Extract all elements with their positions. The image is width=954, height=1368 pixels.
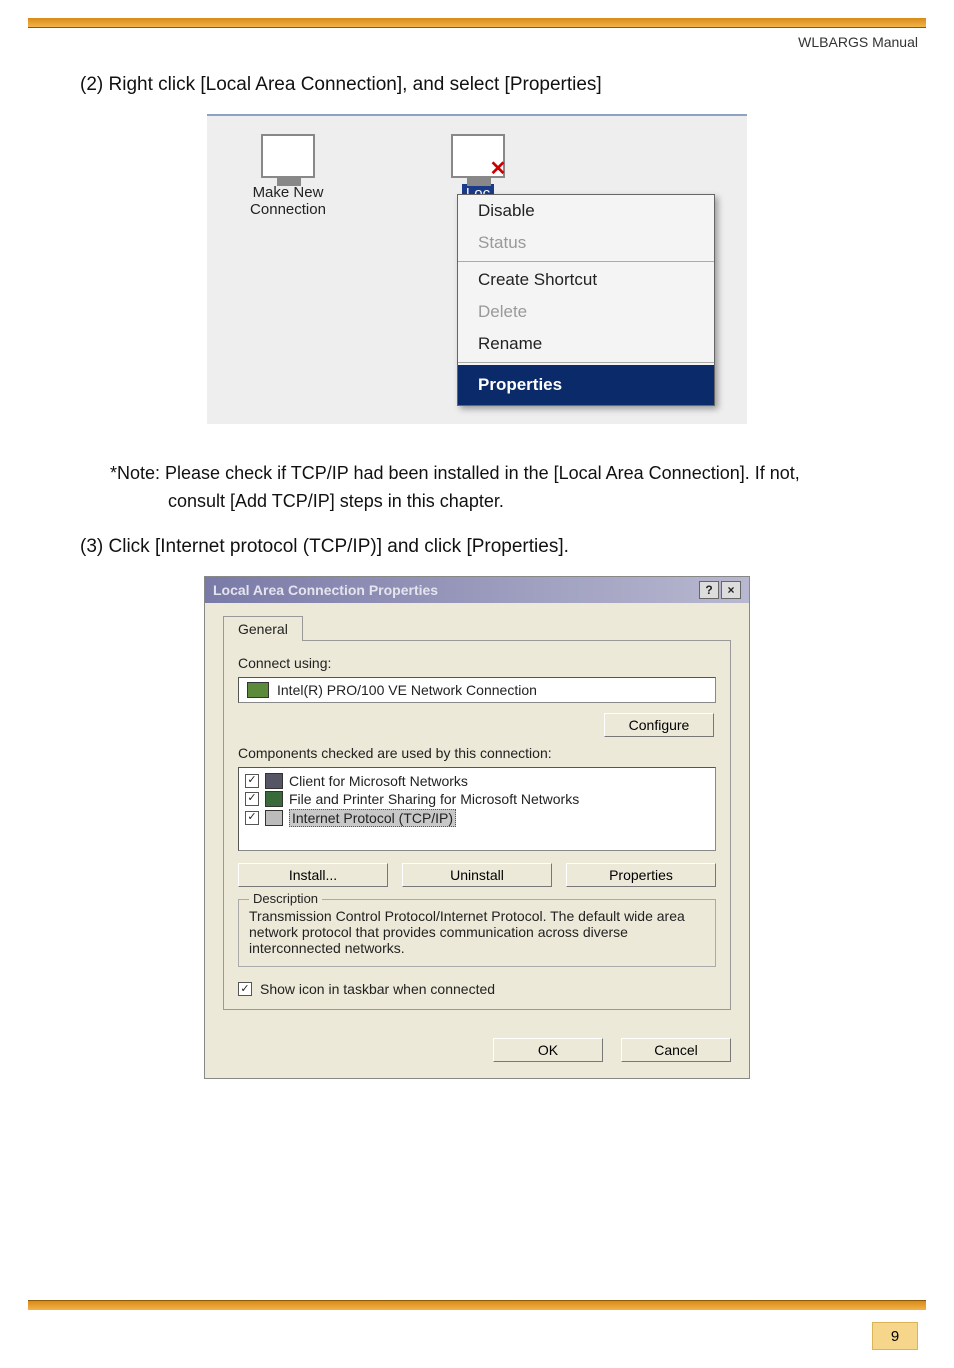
adapter-field: Intel(R) PRO/100 VE Network Connection <box>238 677 716 703</box>
tab-general[interactable]: General <box>223 616 303 641</box>
client-icon <box>265 773 283 789</box>
checkbox-icon[interactable]: ✓ <box>245 792 259 806</box>
share-icon <box>265 791 283 807</box>
page-number: 9 <box>872 1322 918 1350</box>
step-2-text: (2) Right click [Local Area Connection],… <box>80 74 874 96</box>
help-button[interactable]: ? <box>699 581 719 599</box>
properties-button[interactable]: Properties <box>566 863 716 887</box>
context-menu: Disable Status Create Shortcut Delete Re… <box>457 194 715 406</box>
icon-label: Make New <box>233 184 343 201</box>
close-button[interactable]: × <box>721 581 741 599</box>
dialog-title: Local Area Connection Properties <box>213 582 438 598</box>
dialog-titlebar: Local Area Connection Properties ? × <box>205 577 749 603</box>
menu-separator <box>458 261 714 262</box>
configure-button[interactable]: Configure <box>604 713 714 737</box>
description-text: Transmission Control Protocol/Internet P… <box>249 908 705 956</box>
disconnected-x-icon: ✕ <box>489 162 507 180</box>
component-tcpip[interactable]: ✓ Internet Protocol (TCP/IP) <box>245 808 709 828</box>
step-3-text: (3) Click [Internet protocol (TCP/IP)] a… <box>80 536 874 558</box>
tab-panel-general: Connect using: Intel(R) PRO/100 VE Netwo… <box>223 640 731 1010</box>
components-label: Components checked are used by this conn… <box>238 745 716 761</box>
menu-item-delete: Delete <box>458 296 714 328</box>
make-new-connection-icon[interactable]: Make New Connection <box>233 134 343 222</box>
menu-item-properties[interactable]: Properties <box>458 365 714 405</box>
manual-label: WLBARGS Manual <box>798 34 918 50</box>
description-legend: Description <box>249 891 322 906</box>
cancel-button[interactable]: Cancel <box>621 1038 731 1062</box>
menu-separator <box>458 362 714 363</box>
screenshot-properties-dialog: Local Area Connection Properties ? × Gen… <box>204 576 750 1079</box>
menu-item-create-shortcut[interactable]: Create Shortcut <box>458 264 714 296</box>
nic-icon <box>247 682 269 698</box>
install-button[interactable]: Install... <box>238 863 388 887</box>
show-icon-label: Show icon in taskbar when connected <box>260 981 495 997</box>
uninstall-button[interactable]: Uninstall <box>402 863 552 887</box>
adapter-name: Intel(R) PRO/100 VE Network Connection <box>277 682 537 698</box>
note-text: *Note: Please check if TCP/IP had been i… <box>110 460 874 516</box>
footer-bar <box>28 1300 926 1310</box>
menu-item-disable[interactable]: Disable <box>458 195 714 227</box>
checkbox-icon[interactable]: ✓ <box>238 982 252 996</box>
screenshot-context-menu: Make New Connection ✕ Loc Con Disable St… <box>207 114 747 424</box>
checkbox-icon[interactable]: ✓ <box>245 811 259 825</box>
components-list: ✓ Client for Microsoft Networks ✓ File a… <box>238 767 716 851</box>
menu-item-rename[interactable]: Rename <box>458 328 714 360</box>
menu-item-status: Status <box>458 227 714 259</box>
checkbox-icon[interactable]: ✓ <box>245 774 259 788</box>
header-bar <box>28 18 926 28</box>
component-client-ms-networks[interactable]: ✓ Client for Microsoft Networks <box>245 772 709 790</box>
ok-button[interactable]: OK <box>493 1038 603 1062</box>
connect-using-label: Connect using: <box>238 655 716 671</box>
protocol-icon <box>265 810 283 826</box>
description-fieldset: Description Transmission Control Protoco… <box>238 899 716 967</box>
show-icon-checkbox-row[interactable]: ✓ Show icon in taskbar when connected <box>238 981 716 997</box>
component-file-printer-sharing[interactable]: ✓ File and Printer Sharing for Microsoft… <box>245 790 709 808</box>
icon-label: Connection <box>233 201 343 218</box>
